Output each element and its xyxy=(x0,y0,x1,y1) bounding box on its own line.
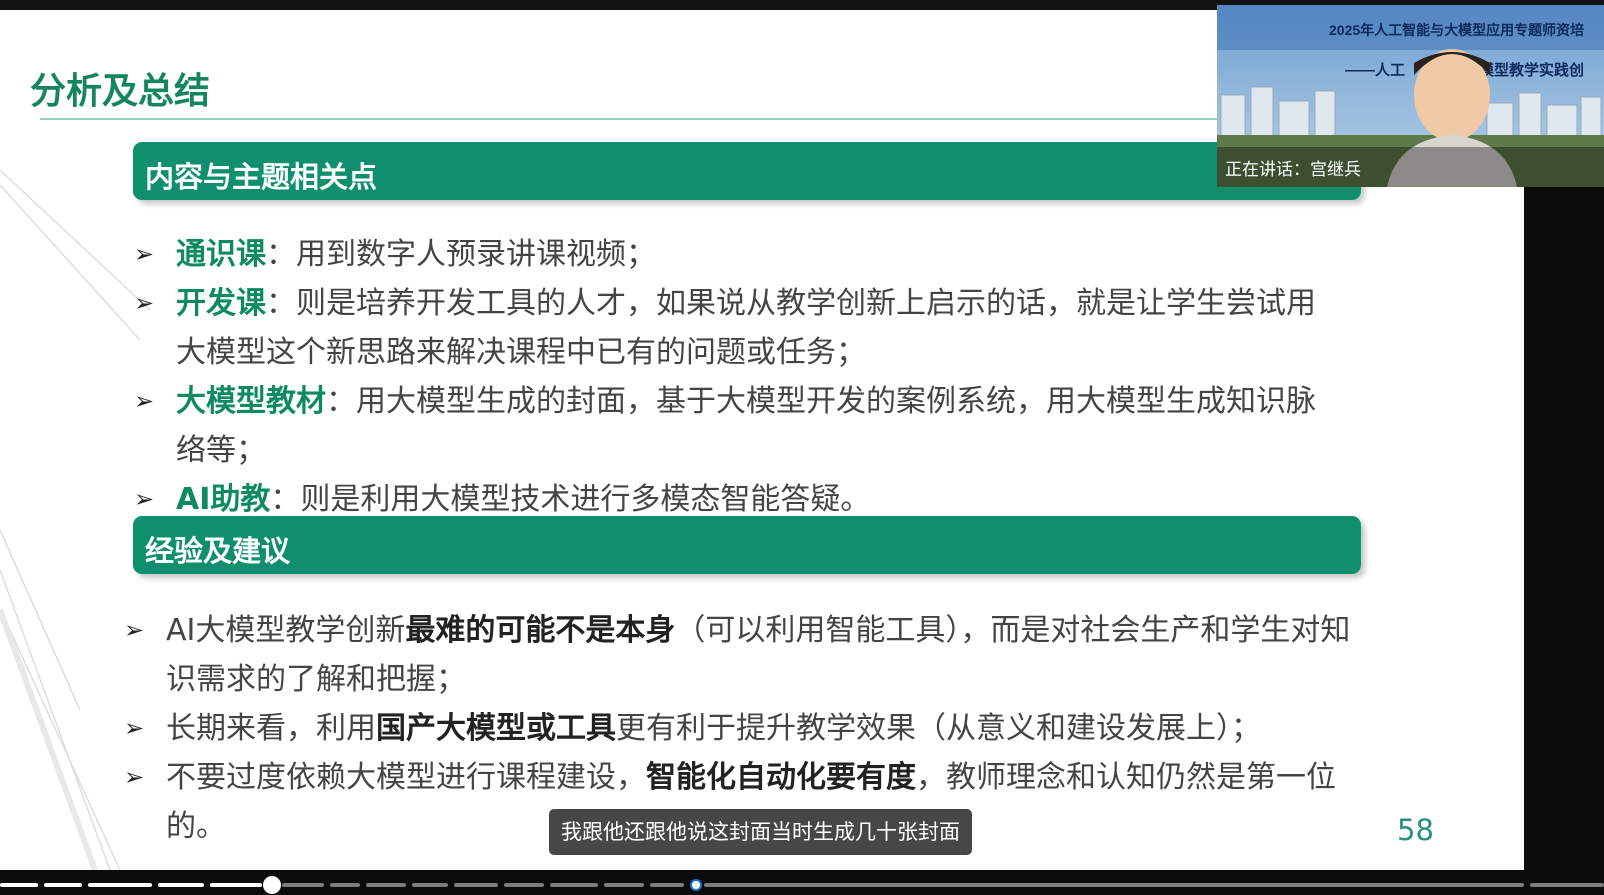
item-text-after: 更有利于提升教学效果（从意义和建设发展上）； xyxy=(616,711,1261,746)
item-text: ：用大模型生成的封面，基于大模型开发的案例系统，用大模型生成知识脉络等； xyxy=(176,384,1316,468)
item-keyword: 开发课 xyxy=(176,286,266,321)
list-item: ➢ 开发课：则是培养开发工具的人才，如果说从教学创新上启示的话，就是让学生尝试用… xyxy=(134,279,1336,377)
item-keyword: 大模型教材 xyxy=(176,384,326,419)
banner-line-2: ——人工 xyxy=(1345,62,1405,79)
arrow-bullet-icon: ➢ xyxy=(134,289,155,317)
list-item: ➢ AI大模型教学创新最难的可能不是本身（可以利用智能工具），而是对社会生产和学… xyxy=(124,606,1356,704)
timeline-segment xyxy=(88,883,152,887)
section-heading: 经验及建议 xyxy=(145,534,291,568)
page-number: 58 xyxy=(1397,813,1434,847)
timeline-segment xyxy=(330,883,360,887)
item-text: ：用到数字人预录讲课视频； xyxy=(266,237,656,272)
arrow-bullet-icon: ➢ xyxy=(134,387,155,415)
list-item: ➢ 通识课：用到数字人预录讲课视频； xyxy=(134,230,1336,279)
item-emphasis: 最难的可能不是本身 xyxy=(405,613,676,648)
arrow-bullet-icon: ➢ xyxy=(124,714,145,742)
item-text-before: 长期来看，利用 xyxy=(166,711,376,746)
timeline-segment xyxy=(650,883,684,887)
video-timeline[interactable] xyxy=(0,875,1604,895)
timeline-segment xyxy=(454,883,498,887)
timeline-segment xyxy=(0,883,38,887)
item-text-before: 不要过度依赖大模型进行课程建设， xyxy=(166,760,646,795)
timeline-segment xyxy=(366,883,406,887)
subtitle-caption: 我跟他还跟他说这封面当时生成几十张封面 xyxy=(549,809,972,855)
banner-line-1: 2025年人工智能与大模型应用专题师资培 xyxy=(1329,22,1584,38)
timeline-segment xyxy=(504,883,544,887)
arrow-bullet-icon: ➢ xyxy=(124,763,145,791)
timeline-segment xyxy=(282,883,324,887)
timeline-segment xyxy=(210,883,262,887)
playhead-handle[interactable] xyxy=(263,876,281,894)
section-header-related-points: 内容与主题相关点 xyxy=(133,142,1361,200)
banner-line-2b: 模型教学实践创 xyxy=(1479,61,1584,79)
item-text-before: AI大模型教学创新 xyxy=(166,613,406,648)
item-text: ：则是利用大模型技术进行多模态智能答疑。 xyxy=(270,482,871,517)
timeline-segment xyxy=(1530,883,1604,887)
list-item: ➢ 长期来看，利用国产大模型或工具更有利于提升教学效果（从意义和建设发展上）； xyxy=(124,704,1356,753)
item-keyword: 通识课 xyxy=(176,237,266,272)
section-heading: 内容与主题相关点 xyxy=(145,160,378,194)
list-item: ➢ 大模型教材：用大模型生成的封面，基于大模型开发的案例系统，用大模型生成知识脉… xyxy=(134,377,1336,475)
speaker-label: 正在讲话：宫继兵 xyxy=(1225,160,1361,180)
item-emphasis: 智能化自动化要有度 xyxy=(646,760,916,795)
title-underline xyxy=(40,118,1220,120)
item-keyword: AI助教 xyxy=(176,482,271,517)
arrow-bullet-icon: ➢ xyxy=(134,240,155,268)
arrow-bullet-icon: ➢ xyxy=(124,616,145,644)
timeline-segment xyxy=(550,883,598,887)
related-points-list: ➢ 通识课：用到数字人预录讲课视频； ➢ 开发课：则是培养开发工具的人才，如果说… xyxy=(134,230,1336,524)
section-header-experience: 经验及建议 xyxy=(133,516,1361,574)
timeline-segment xyxy=(44,883,82,887)
timeline-segment xyxy=(412,883,448,887)
timeline-marker[interactable] xyxy=(690,879,702,891)
slide-title: 分析及总结 xyxy=(30,71,211,112)
timeline-segment xyxy=(158,883,204,887)
item-emphasis: 国产大模型或工具 xyxy=(376,711,616,746)
item-text: ：则是培养开发工具的人才，如果说从教学创新上启示的话，就是让学生尝试用大模型这个… xyxy=(176,286,1316,370)
speaker-video[interactable]: 2025年人工智能与大模型应用专题师资培 ——人工 模型教学实践创 正在讲话：宫… xyxy=(1217,5,1604,187)
timeline-segment xyxy=(704,883,1524,887)
timeline-segment xyxy=(604,883,644,887)
